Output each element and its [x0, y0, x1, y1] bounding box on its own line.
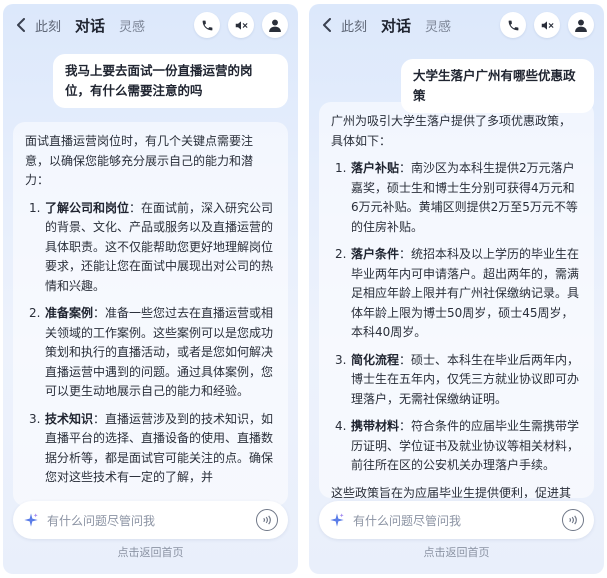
answer-intro: 面试直播运营岗位时，有几个关键点需要注意，以确保您能够充分展示自己的能力和潜力：	[25, 134, 254, 187]
list-item: 2. 准备案例：准备一些您过去在直播运营或相关领域的工作案例。这些案例可以是您成…	[29, 306, 274, 398]
tab-chat[interactable]: 对话	[75, 15, 105, 36]
tab-inspiration[interactable]: 灵感	[119, 16, 145, 35]
tab-now[interactable]: 此刻	[35, 16, 61, 35]
sound-wave-icon	[569, 515, 577, 525]
mute-button[interactable]	[534, 12, 560, 38]
assistant-answer: 广州为吸引大学生落户提供了多项优惠政策，具体如下： 1. 落户补贴：南沙区为本科…	[319, 102, 594, 498]
sparkle-icon	[24, 513, 38, 527]
tab-inspiration[interactable]: 灵感	[425, 16, 451, 35]
profile-button[interactable]	[262, 12, 288, 38]
sparkle-icon	[330, 513, 344, 527]
list-item: 3. 技术知识：直播运营涉及到的技术知识，如直播平台的选择、直播设备的使用、直播…	[29, 411, 274, 485]
phone-icon	[508, 20, 518, 30]
chat-input-placeholder[interactable]: 有什么问题尽管问我	[47, 512, 256, 529]
list-item: 1. 落户补贴：南沙区为本科生提供2万元落户嘉奖，硕士生和博士生分别可获得4万元…	[335, 161, 578, 234]
list-item: 1. 了解公司和岗位：在面试前，深入研究公司的背景、文化、产品或服务以及直播运营…	[29, 200, 274, 293]
right-chat-screen: 此刻 对话 灵感 大学生落户广州有哪些优惠政策 广州为吸引大学生落户提供了多项优…	[309, 4, 604, 574]
list-item: 4. 携带材料：符合条件的应届毕业生需携带学历证明、学位证书及就业协议等相关材料…	[335, 419, 580, 472]
left-chat-screen: 此刻 对话 灵感 我马上要去面试一份直播运营的岗位，有什么需要注意的吗 面试直播…	[3, 4, 298, 574]
phone-call-button[interactable]	[500, 12, 526, 38]
chat-input-bar[interactable]: 有什么问题尽管问我	[319, 501, 594, 539]
sound-wave-icon	[263, 515, 271, 525]
back-chevron-icon[interactable]	[13, 17, 29, 33]
tab-now[interactable]: 此刻	[341, 16, 367, 35]
user-icon	[269, 19, 281, 32]
profile-button[interactable]	[568, 12, 594, 38]
speaker-mute-icon	[235, 20, 248, 30]
mute-button[interactable]	[228, 12, 254, 38]
top-bar: 此刻 对话 灵感	[3, 4, 298, 46]
user-icon	[575, 19, 587, 32]
back-to-home-link[interactable]: 点击返回首页	[309, 542, 604, 564]
answer-list: 1. 了解公司和岗位：在面试前，深入研究公司的背景、文化、产品或服务以及直播运营…	[25, 199, 276, 488]
speaker-mute-icon	[541, 20, 554, 30]
voice-input-button[interactable]	[562, 509, 584, 531]
phone-call-button[interactable]	[194, 12, 220, 38]
answer-list: 1. 落户补贴：南沙区为本科生提供2万元落户嘉奖，硕士生和博士生分别可获得4万元…	[331, 159, 582, 476]
assistant-answer: 面试直播运营岗位时，有几个关键点需要注意，以确保您能够充分展示自己的能力和潜力：…	[13, 122, 288, 506]
back-to-home-link[interactable]: 点击返回首页	[3, 542, 298, 564]
top-bar: 此刻 对话 灵感	[309, 4, 604, 46]
user-message-bubble: 我马上要去面试一份直播运营的岗位，有什么需要注意的吗	[53, 54, 288, 108]
tab-chat[interactable]: 对话	[381, 15, 411, 36]
answer-intro: 广州为吸引大学生落户提供了多项优惠政策，具体如下：	[331, 114, 572, 148]
back-chevron-icon[interactable]	[319, 17, 335, 33]
chat-input-placeholder[interactable]: 有什么问题尽管问我	[353, 512, 562, 529]
list-item: 3. 简化流程：硕士、本科生在毕业后两年内，博士生在五年内，仅凭三方就业协议即可…	[335, 352, 580, 406]
answer-outro: 这些政策旨在为应届毕业生提供便利，促进其在广州的就业和发展。	[331, 485, 572, 499]
phone-icon	[202, 20, 212, 30]
list-item: 2. 落户条件：统招本科及以上学历的毕业生在毕业两年内可申请落户。超出两年的，需…	[335, 247, 580, 339]
chat-input-bar[interactable]: 有什么问题尽管问我	[13, 501, 288, 539]
voice-input-button[interactable]	[256, 509, 278, 531]
